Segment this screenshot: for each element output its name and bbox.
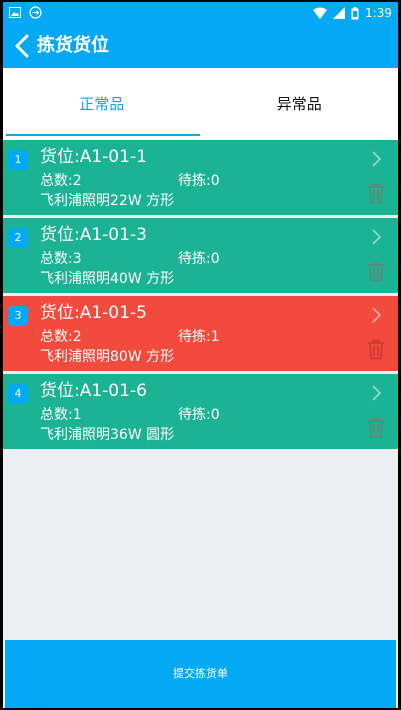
item-product: 飞利浦照明80W 方形 bbox=[40, 349, 175, 365]
image-notification-icon bbox=[9, 7, 21, 18]
signal-icon bbox=[333, 7, 346, 19]
status-bar: 1:39 bbox=[3, 2, 398, 24]
trash-icon[interactable] bbox=[366, 338, 386, 360]
item-total: 总数:3 bbox=[40, 251, 82, 267]
active-tab-indicator bbox=[6, 134, 200, 136]
item-pending: 待拣:0 bbox=[178, 173, 220, 189]
app-bar: 拣货货位 bbox=[3, 24, 398, 68]
trash-icon[interactable] bbox=[366, 416, 386, 438]
item-pending: 待拣:0 bbox=[178, 407, 220, 423]
battery-icon bbox=[351, 6, 359, 19]
item-index-badge: 2 bbox=[8, 228, 28, 248]
wifi-icon bbox=[313, 7, 328, 19]
status-time: 1:39 bbox=[365, 6, 392, 20]
app-screen: 1:39 拣货货位 正常品 异常品 1 货位:A1-01-1 总数:2 待拣:0… bbox=[3, 2, 398, 708]
item-location: 货位:A1-01-1 bbox=[40, 147, 147, 167]
item-total: 总数:2 bbox=[40, 329, 82, 345]
location-list: 1 货位:A1-01-1 总数:2 待拣:0 飞利浦照明22W 方形 2 货位:… bbox=[3, 140, 398, 452]
tab-abnormal-goods[interactable]: 异常品 bbox=[201, 68, 399, 140]
item-index-badge: 3 bbox=[8, 306, 28, 326]
chevron-right-icon bbox=[372, 229, 382, 245]
item-total: 总数:2 bbox=[40, 173, 82, 189]
item-total: 总数:1 bbox=[40, 407, 82, 423]
item-index-badge: 4 bbox=[8, 384, 28, 404]
item-location: 货位:A1-01-5 bbox=[40, 303, 147, 323]
trash-icon[interactable] bbox=[366, 260, 386, 282]
tab-bar: 正常品 异常品 bbox=[3, 68, 398, 140]
chevron-right-icon bbox=[372, 307, 382, 323]
item-pending: 待拣:1 bbox=[178, 329, 220, 345]
chevron-right-icon bbox=[372, 151, 382, 167]
location-item[interactable]: 2 货位:A1-01-3 总数:3 待拣:0 飞利浦照明40W 方形 bbox=[3, 218, 398, 293]
trash-icon[interactable] bbox=[366, 182, 386, 204]
item-location: 货位:A1-01-6 bbox=[40, 381, 147, 401]
location-item[interactable]: 1 货位:A1-01-1 总数:2 待拣:0 飞利浦照明22W 方形 bbox=[3, 140, 398, 215]
submit-pick-list-button[interactable]: 提交拣货单 bbox=[5, 640, 396, 708]
item-location: 货位:A1-01-3 bbox=[40, 225, 147, 245]
location-item[interactable]: 3 货位:A1-01-5 总数:2 待拣:1 飞利浦照明80W 方形 bbox=[3, 296, 398, 371]
tab-normal-goods[interactable]: 正常品 bbox=[3, 68, 201, 140]
location-item[interactable]: 4 货位:A1-01-6 总数:1 待拣:0 飞利浦照明36W 圆形 bbox=[3, 374, 398, 449]
back-arrow-icon[interactable] bbox=[11, 33, 35, 59]
sync-notification-icon bbox=[29, 6, 42, 19]
item-index-badge: 1 bbox=[8, 150, 28, 170]
chevron-right-icon bbox=[372, 385, 382, 401]
item-product: 飞利浦照明22W 方形 bbox=[40, 193, 175, 209]
item-product: 飞利浦照明40W 方形 bbox=[40, 271, 175, 287]
item-product: 飞利浦照明36W 圆形 bbox=[40, 427, 175, 443]
item-pending: 待拣:0 bbox=[178, 251, 220, 267]
page-title: 拣货货位 bbox=[37, 35, 109, 56]
